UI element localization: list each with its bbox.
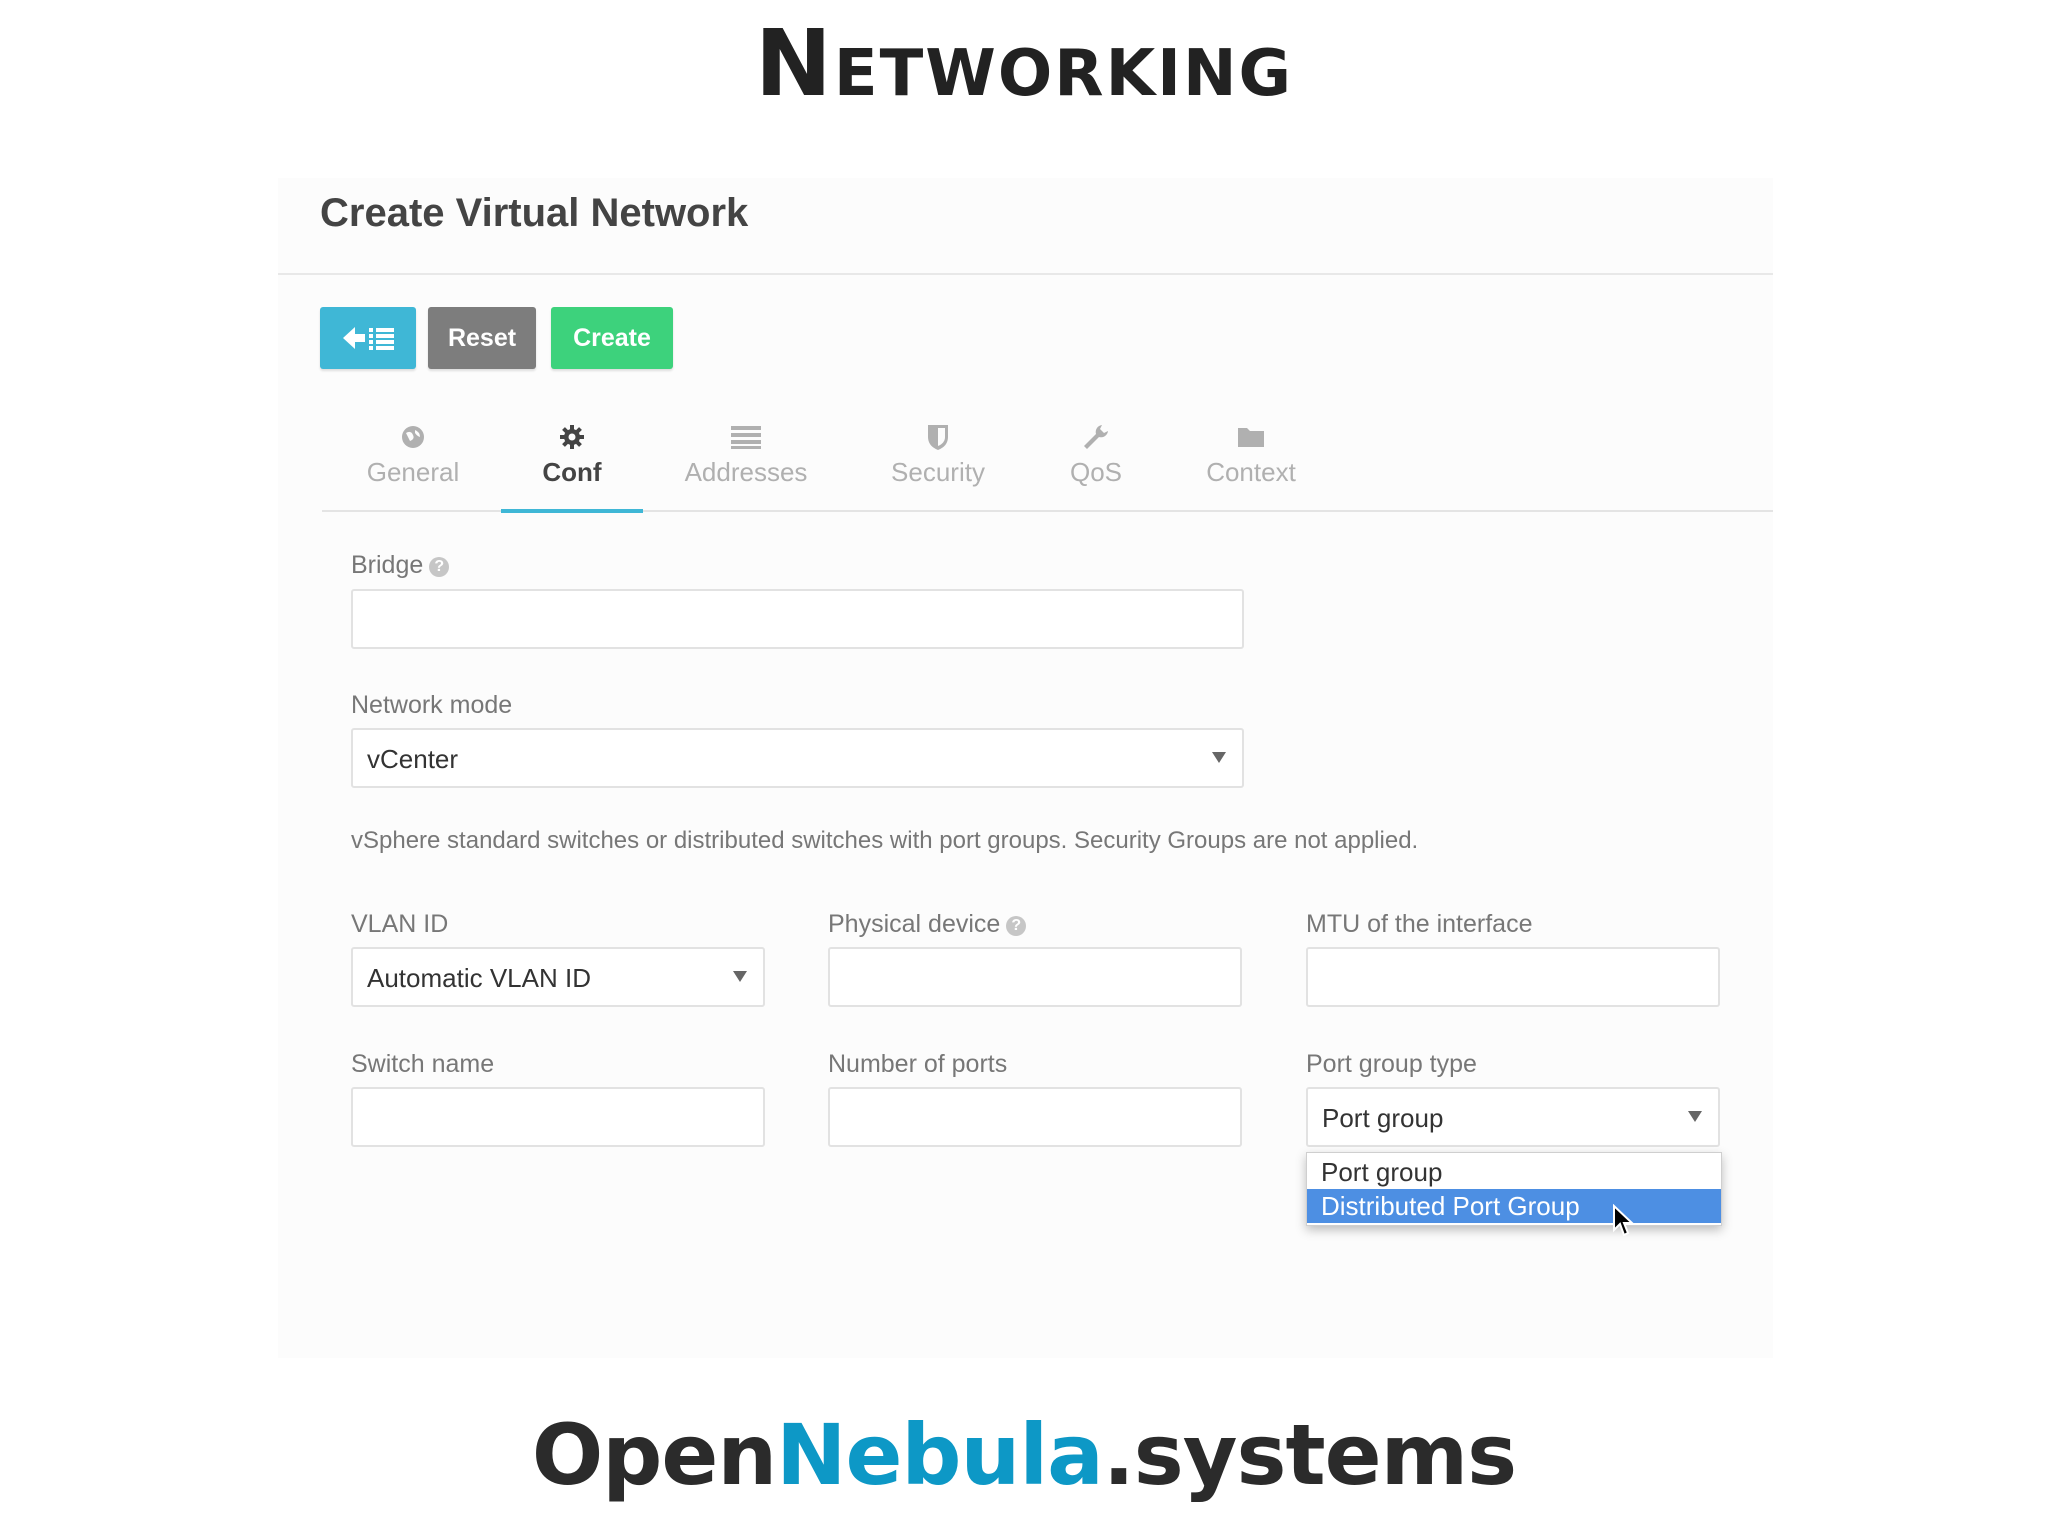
gear-icon: [510, 420, 634, 452]
tab-label: General: [366, 457, 460, 487]
port-group-type-select[interactable]: Port group: [1306, 1087, 1720, 1147]
tab-label: Conf: [542, 457, 602, 487]
brand-logo: OpenNebula.systems: [531, 1406, 1517, 1504]
number-of-ports-label: Number of ports: [828, 1050, 1008, 1078]
tab-general[interactable]: General: [358, 420, 468, 490]
chevron-down-icon: [733, 971, 747, 982]
mtu-input[interactable]: [1306, 947, 1720, 1007]
tab-conf[interactable]: Conf: [510, 420, 634, 490]
network-mode-value: vCenter: [367, 744, 459, 774]
vlan-id-value: Automatic VLAN ID: [367, 963, 591, 993]
port-group-type-value: Port group: [1322, 1103, 1444, 1133]
network-mode-select[interactable]: vCenter: [351, 728, 1244, 788]
tab-security[interactable]: Security: [880, 420, 996, 490]
port-group-type-label: Port group type: [1306, 1050, 1477, 1078]
port-group-type-dropdown: Port group Distributed Port Group: [1306, 1152, 1722, 1226]
switch-name-label: Switch name: [351, 1050, 495, 1078]
create-button[interactable]: Create: [551, 307, 673, 369]
reset-button[interactable]: Reset: [428, 307, 536, 369]
arrow-left-list-icon: [343, 327, 394, 350]
switch-name-input[interactable]: [351, 1087, 765, 1147]
list-icon: [678, 420, 814, 452]
tab-context[interactable]: Context: [1196, 420, 1306, 490]
header-divider: [278, 273, 1773, 275]
tab-label: Security: [891, 457, 985, 487]
slide-title: Networking: [754, 10, 1294, 117]
chevron-down-icon: [1212, 752, 1226, 763]
tab-label: QoS: [1069, 457, 1123, 487]
help-icon[interactable]: ?: [1006, 916, 1027, 936]
vlan-id-select[interactable]: Automatic VLAN ID: [351, 947, 765, 1007]
folder-icon: [1196, 420, 1306, 452]
back-to-list-button[interactable]: [320, 307, 416, 369]
tab-addresses[interactable]: Addresses: [678, 420, 814, 490]
physical-device-label: Physical device?: [828, 907, 1027, 941]
physical-device-input[interactable]: [828, 947, 1242, 1007]
chevron-down-icon: [1688, 1111, 1702, 1122]
mouse-cursor-icon: [1613, 1204, 1635, 1237]
vlan-id-label: VLAN ID: [351, 910, 449, 938]
globe-icon: [358, 420, 468, 452]
mtu-label: MTU of the interface: [1306, 910, 1533, 938]
shield-icon: [880, 420, 996, 452]
network-mode-help-text: vSphere standard switches or distributed…: [351, 827, 1419, 854]
number-of-ports-input[interactable]: [828, 1087, 1242, 1147]
tab-label: Context: [1206, 457, 1296, 487]
active-tab-indicator: [501, 509, 643, 513]
tab-label: Addresses: [684, 457, 808, 487]
dropdown-option-port-group[interactable]: Port group: [1307, 1155, 1721, 1189]
bridge-input[interactable]: [351, 589, 1244, 649]
network-mode-label: Network mode: [351, 691, 513, 719]
wrench-icon: [1060, 420, 1132, 452]
page-title: Create Virtual Network: [320, 191, 749, 235]
tab-qos[interactable]: QoS: [1060, 420, 1132, 490]
dropdown-option-distributed-port-group[interactable]: Distributed Port Group: [1307, 1189, 1721, 1223]
help-icon[interactable]: ?: [429, 557, 450, 577]
bridge-label: Bridge?: [351, 548, 450, 582]
